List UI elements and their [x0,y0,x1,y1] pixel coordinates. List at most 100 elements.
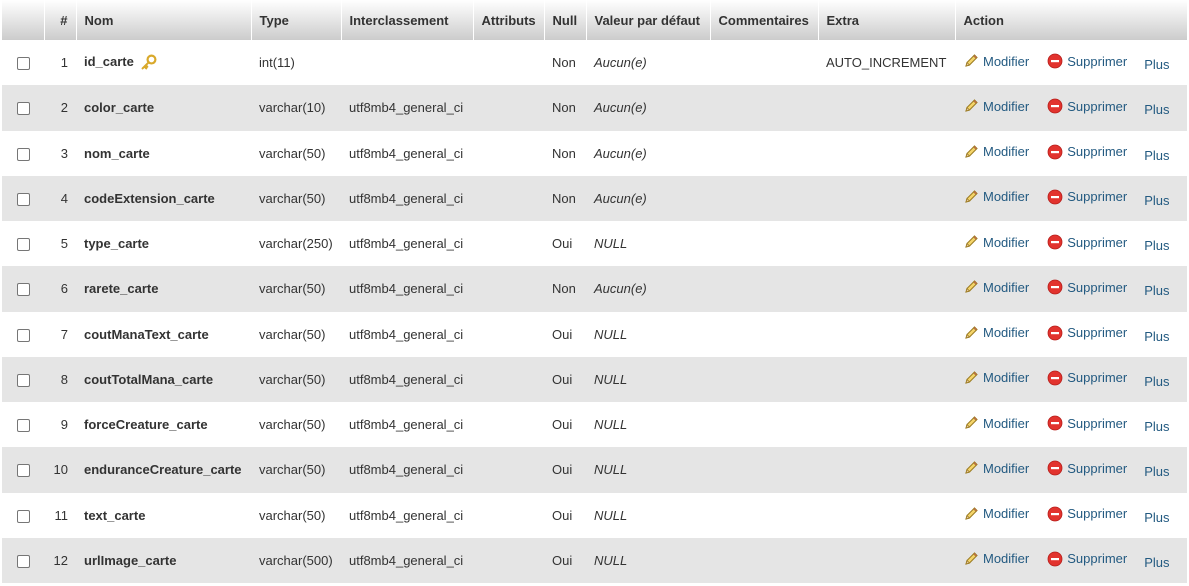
row-select-cell [2,402,44,447]
delete-label: Supprimer [1067,98,1128,114]
column-type: varchar(50) [259,371,326,387]
modify-link[interactable]: Modifier [963,506,1029,522]
row-actions: Modifier Supprimer Plus [955,40,1187,85]
header-default[interactable]: Valeur par défaut [586,0,711,40]
delete-link[interactable]: Supprimer [1047,279,1127,295]
table-row: 4 codeExtension_carte varchar(50) utf8mb4_g… [2,175,1187,221]
more-link[interactable]: Plus [1144,148,1169,163]
column-collation: utf8mb4_general_ci [349,326,464,342]
column-name: text_carte [84,507,146,523]
column-attributes [473,447,544,492]
row-checkbox[interactable] [16,238,30,252]
delete-link[interactable]: Supprimer [1047,551,1127,567]
row-checkbox[interactable] [16,554,30,568]
more-link[interactable]: Plus [1144,419,1169,434]
column-collation [341,40,473,85]
modify-link[interactable]: Modifier [963,189,1029,205]
header-null[interactable]: Null [544,0,587,40]
modify-link[interactable]: Modifier [963,98,1029,114]
column-name-cell: rarete_carte [76,266,251,311]
modify-link[interactable]: Modifier [963,415,1029,431]
column-name: urlImage_carte [84,552,177,568]
modify-label: Modifier [983,415,1030,431]
column-name-cell: forceCreature_carte [76,402,251,447]
header-name[interactable]: Nom [76,0,252,40]
delete-link[interactable]: Supprimer [1047,506,1127,522]
more-link[interactable]: Plus [1144,555,1169,570]
delete-link[interactable]: Supprimer [1047,325,1127,341]
row-checkbox[interactable] [16,147,30,161]
header-num[interactable]: # [44,0,77,40]
modify-label: Modifier [983,506,1030,522]
modify-link[interactable]: Modifier [963,279,1029,295]
more-link[interactable]: Plus [1144,464,1169,479]
delete-link[interactable]: Supprimer [1047,415,1127,431]
column-null: Non [552,281,576,297]
column-collation: utf8mb4_general_ci [349,190,464,206]
delete-link[interactable]: Supprimer [1047,370,1127,386]
delete-link[interactable]: Supprimer [1047,98,1127,114]
modify-link[interactable]: Modifier [963,551,1029,567]
header-comments[interactable]: Commentaires [710,0,819,40]
column-null: Oui [552,507,573,523]
more-link[interactable]: Plus [1144,374,1169,389]
column-type: varchar(50) [259,417,326,433]
column-name: coutManaText_carte [84,326,209,342]
modify-link[interactable]: Modifier [963,144,1029,160]
row-checkbox[interactable] [16,283,30,297]
row-checkbox[interactable] [16,464,30,478]
table-row: 5 type_carte varchar(250) utf8mb4_general_c… [2,221,1187,267]
modify-link[interactable]: Modifier [963,53,1029,69]
column-default: NULL [594,552,628,568]
modify-link[interactable]: Modifier [963,234,1029,250]
modify-link[interactable]: Modifier [963,460,1029,476]
more-link[interactable]: Plus [1144,283,1169,298]
row-select-cell [2,266,44,311]
header-extra[interactable]: Extra [818,0,956,40]
modify-link[interactable]: Modifier [963,370,1029,386]
header-attributes[interactable]: Attributs [473,0,545,40]
delete-label: Supprimer [1067,506,1128,522]
header-type[interactable]: Type [251,0,342,40]
delete-label: Supprimer [1067,53,1128,69]
column-collation: utf8mb4_general_ci [349,417,464,433]
row-checkbox[interactable] [16,102,30,116]
delete-link[interactable]: Supprimer [1047,144,1127,160]
row-checkbox[interactable] [16,192,30,206]
more-link[interactable]: Plus [1144,329,1169,344]
delete-link[interactable]: Supprimer [1047,189,1127,205]
more-link[interactable]: Plus [1144,102,1169,117]
more-link[interactable]: Plus [1144,510,1169,525]
column-attributes [473,85,544,130]
column-attributes [473,176,544,221]
row-checkbox[interactable] [16,57,30,71]
row-number: 4 [60,190,68,206]
delete-link[interactable]: Supprimer [1047,53,1127,69]
column-null: Non [552,55,576,71]
column-default: NULL [594,507,628,523]
column-attributes [473,312,544,357]
modify-label: Modifier [983,370,1030,386]
pencil-icon [963,234,979,250]
row-checkbox[interactable] [16,419,30,433]
row-checkbox[interactable] [16,509,30,523]
row-number: 5 [60,236,68,252]
column-default: NULL [594,462,628,478]
row-checkbox[interactable] [16,373,30,387]
row-number: 12 [53,552,68,568]
delete-link[interactable]: Supprimer [1047,234,1127,250]
table-row: 3 nom_carte varchar(50) utf8mb4_general_ci N… [2,130,1187,176]
column-extra [818,131,955,176]
row-actions: Modifier Supprimer Plus [955,357,1187,402]
row-actions: Modifier Supprimer Plus [955,176,1187,221]
table-row: 7 coutManaText_carte varchar(50) utf8mb4_ge… [2,311,1187,357]
delete-link[interactable]: Supprimer [1047,460,1127,476]
more-link[interactable]: Plus [1144,193,1169,208]
more-link[interactable]: Plus [1144,57,1169,72]
header-collation[interactable]: Interclassement [341,0,474,40]
more-link[interactable]: Plus [1144,238,1169,253]
pencil-icon [963,325,979,341]
row-checkbox[interactable] [16,328,30,342]
modify-link[interactable]: Modifier [963,325,1029,341]
column-comments [710,447,818,492]
